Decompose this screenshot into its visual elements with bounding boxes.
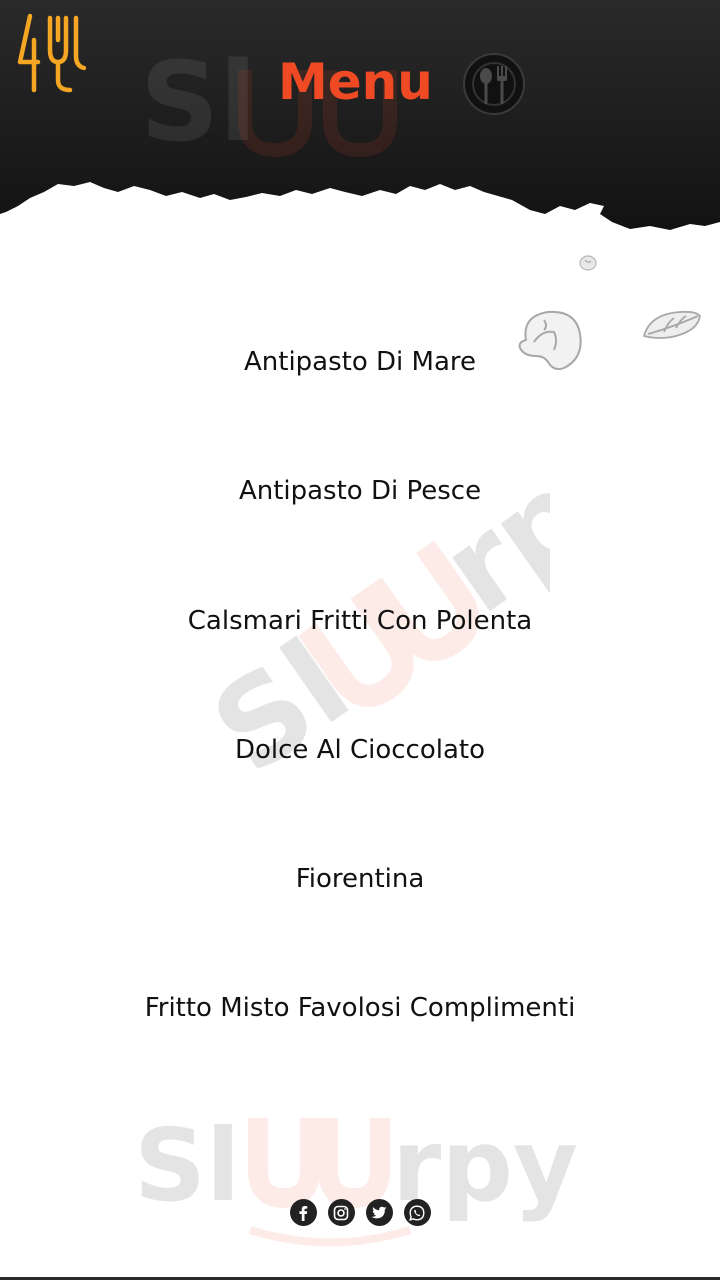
menu-item-antipasto-di-pesce[interactable]: Antipasto Di Pesce (0, 459, 720, 588)
menu-item-dolce-al-cioccolato[interactable]: Dolce Al Cioccolato (0, 718, 720, 847)
social-links (0, 1199, 720, 1226)
menu-list: Antipasto Di Mare Antipasto Di Pesce Cal… (0, 330, 720, 1106)
twitter-icon[interactable] (365, 1199, 393, 1226)
restaurant-logo-icon (17, 13, 87, 93)
header-background: Sl (0, 0, 720, 230)
menu-item-calsmari-fritti[interactable]: Calsmari Fritti Con Polenta (0, 589, 720, 718)
watermark-logo-bottom: Sl rpy (134, 1107, 578, 1247)
menu-item-fiorentina[interactable]: Fiorentina (0, 847, 720, 976)
page-title: Menu (278, 53, 433, 111)
facebook-icon[interactable] (289, 1199, 317, 1226)
page-title-wrap: Menu (278, 50, 433, 114)
instagram-icon[interactable] (327, 1199, 355, 1226)
menu-page: Sl Menu Sl rpy Sl rpy Antipasto Di Mare … (0, 0, 720, 1280)
spoon-fork-plate-icon (463, 53, 525, 115)
menu-item-fritto-misto[interactable]: Fritto Misto Favolosi Complimenti (0, 976, 720, 1105)
menu-item-antipasto-di-mare[interactable]: Antipasto Di Mare (0, 330, 720, 459)
whatsapp-icon[interactable] (403, 1199, 431, 1226)
peppercorn-icon (579, 255, 597, 271)
header: Sl Menu (0, 0, 720, 240)
